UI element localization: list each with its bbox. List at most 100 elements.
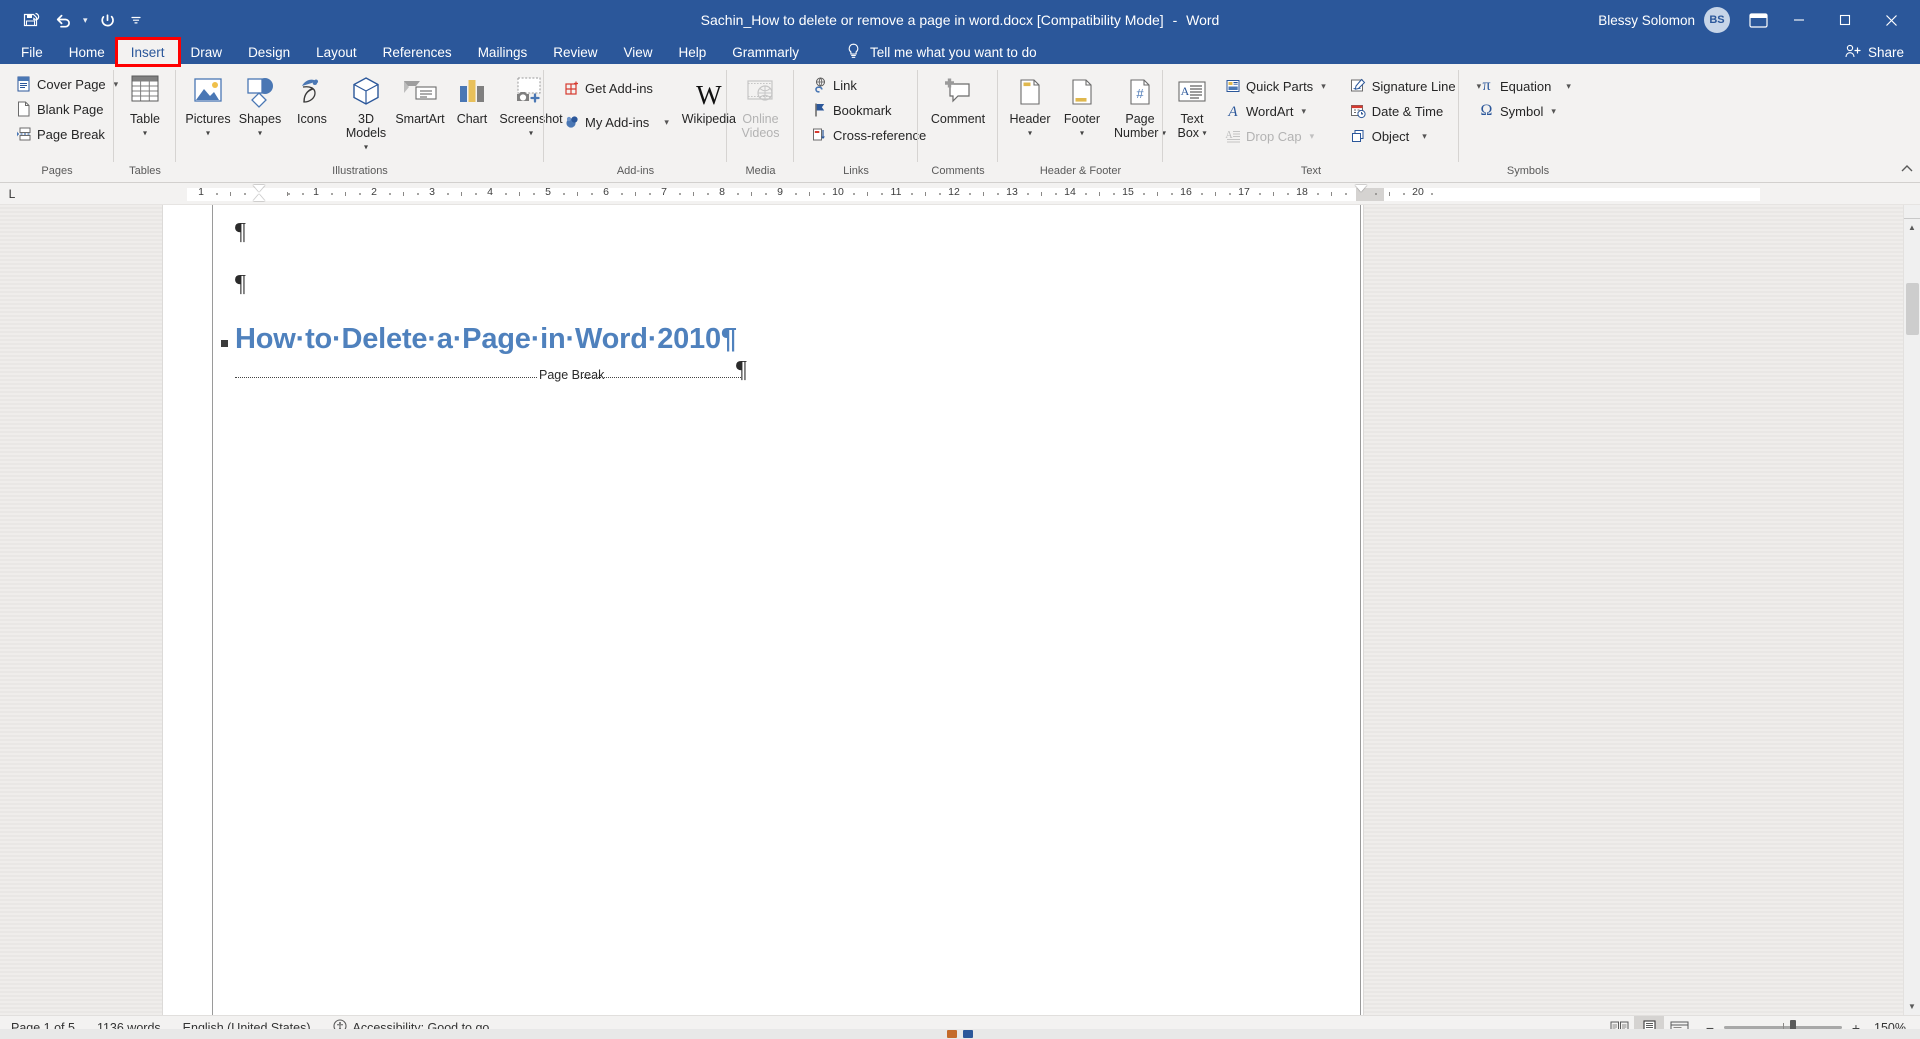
- customize-qat-icon[interactable]: [125, 6, 147, 34]
- document-page[interactable]: ¶ ¶ How·to·Delete·a·Page·in·Word·2010¶ P…: [163, 205, 1363, 1015]
- chevron-down-icon[interactable]: ▾: [1422, 131, 1427, 142]
- symbol-icon: Ω: [1478, 103, 1495, 120]
- lightbulb-icon: [846, 43, 861, 62]
- symbol-button[interactable]: Ω Symbol ▾: [1473, 99, 1576, 123]
- chevron-down-icon[interactable]: ▾: [1551, 106, 1556, 117]
- shapes-button[interactable]: Shapes▾: [234, 70, 286, 141]
- title-bar: ▾ Sachin_How to delete or remove a page …: [0, 0, 1920, 40]
- scroll-up-icon[interactable]: ▲: [1904, 219, 1920, 236]
- svg-text:A: A: [1181, 84, 1190, 98]
- online-videos-button[interactable]: OnlineVideos: [735, 70, 787, 140]
- chevron-down-icon[interactable]: ▾: [1310, 131, 1315, 142]
- ribbon-group-header-footer: Header▾ Footer▾ # PageNumber ▾ Header & …: [998, 64, 1163, 182]
- ribbon-display-options-icon[interactable]: [1740, 5, 1776, 35]
- wordart-button[interactable]: A WordArt ▾: [1219, 99, 1331, 123]
- link-button[interactable]: Link: [806, 73, 931, 97]
- chevron-down-icon[interactable]: ▾: [1301, 106, 1306, 117]
- quick-parts-button[interactable]: Quick Parts ▾: [1219, 74, 1331, 98]
- signature-line-icon: [1350, 78, 1367, 95]
- right-indent-marker[interactable]: [1355, 185, 1367, 192]
- cover-page-button[interactable]: Cover Page ▾: [10, 72, 123, 96]
- document-heading[interactable]: How·to·Delete·a·Page·in·Word·2010¶: [235, 323, 737, 356]
- 3d-models-button[interactable]: 3DModels ▾: [338, 70, 394, 155]
- chevron-down-icon[interactable]: ▾: [664, 117, 669, 128]
- minimize-button[interactable]: [1776, 0, 1822, 40]
- document-canvas[interactable]: ¶ ¶ How·to·Delete·a·Page·in·Word·2010¶ P…: [0, 205, 1903, 1015]
- my-addins-button[interactable]: My Add-ins ▾: [558, 110, 674, 134]
- undo-dropdown-icon[interactable]: ▾: [80, 15, 91, 26]
- ruler-number: 6: [603, 186, 609, 198]
- chevron-down-icon[interactable]: ▾: [1080, 129, 1084, 138]
- taskbar-app-icon[interactable]: [947, 1030, 957, 1038]
- ruler-number: 16: [1180, 186, 1192, 198]
- text-box-button[interactable]: A TextBox ▾: [1169, 70, 1215, 141]
- cross-reference-button[interactable]: Cross-reference: [806, 123, 931, 147]
- tab-mailings[interactable]: Mailings: [465, 40, 541, 64]
- tab-layout[interactable]: Layout: [303, 40, 370, 64]
- tab-draw[interactable]: Draw: [178, 40, 236, 64]
- share-button[interactable]: Share: [1835, 40, 1920, 64]
- cover-page-icon: [15, 76, 32, 93]
- save-icon[interactable]: [16, 6, 46, 34]
- redo-icon[interactable]: [93, 6, 123, 34]
- hanging-indent-marker[interactable]: [253, 194, 265, 201]
- vertical-scrollbar[interactable]: ▲ ▼: [1903, 205, 1920, 1015]
- restore-button[interactable]: [1822, 0, 1868, 40]
- tell-me-search[interactable]: Tell me what you want to do: [832, 40, 1051, 64]
- header-button[interactable]: Header▾: [1004, 70, 1056, 141]
- tab-help[interactable]: Help: [666, 40, 720, 64]
- equation-button[interactable]: π Equation ▾: [1473, 74, 1576, 98]
- chevron-down-icon[interactable]: ▾: [1321, 81, 1326, 92]
- tab-file[interactable]: File: [8, 40, 56, 64]
- chevron-down-icon[interactable]: ▾: [1203, 129, 1207, 138]
- comment-button[interactable]: Comment: [926, 70, 990, 126]
- ruler-number: 1: [313, 186, 319, 198]
- scroll-down-icon[interactable]: ▼: [1904, 998, 1920, 1015]
- split-window-handle[interactable]: [1904, 205, 1920, 219]
- ruler-number: 11: [891, 186, 902, 198]
- first-line-indent-marker[interactable]: [253, 185, 265, 192]
- close-button[interactable]: [1868, 0, 1914, 40]
- smartart-button[interactable]: SmartArt: [394, 70, 446, 126]
- account-button[interactable]: Blessy Solomon BS: [1588, 5, 1740, 35]
- bookmark-button[interactable]: Bookmark: [806, 98, 931, 122]
- horizontal-ruler[interactable]: 1 1 2 3 4 5 6 7 8 9 10 11 12 13 14 15 16…: [24, 186, 1920, 202]
- chevron-down-icon[interactable]: ▾: [1028, 129, 1032, 138]
- scrollbar-thumb[interactable]: [1906, 283, 1919, 335]
- table-button[interactable]: Table▾: [119, 70, 171, 141]
- footer-button[interactable]: Footer▾: [1056, 70, 1108, 141]
- chevron-down-icon[interactable]: ▾: [1566, 81, 1571, 92]
- chevron-down-icon[interactable]: ▾: [206, 129, 210, 138]
- tab-grammarly[interactable]: Grammarly: [719, 40, 812, 64]
- icons-button[interactable]: Icons: [286, 70, 338, 126]
- ruler-number: 7: [661, 186, 667, 198]
- tab-design[interactable]: Design: [235, 40, 303, 64]
- taskbar-app-icon[interactable]: [963, 1030, 973, 1038]
- blank-page-button[interactable]: Blank Page: [10, 97, 123, 121]
- document-workspace: ¶ ¶ How·to·Delete·a·Page·in·Word·2010¶ P…: [0, 205, 1920, 1015]
- ruler-number: 20: [1412, 186, 1424, 198]
- chevron-down-icon[interactable]: ▾: [143, 129, 147, 138]
- tab-stop-selector[interactable]: L: [0, 183, 24, 205]
- chevron-down-icon[interactable]: ▾: [529, 129, 533, 138]
- undo-icon[interactable]: [48, 6, 78, 34]
- chevron-down-icon[interactable]: ▾: [258, 129, 262, 138]
- get-addins-icon: [563, 80, 580, 97]
- footer-label: Footer▾: [1064, 112, 1100, 141]
- quick-parts-icon: [1224, 78, 1241, 95]
- collapse-ribbon-icon[interactable]: [1900, 162, 1914, 179]
- tab-review[interactable]: Review: [540, 40, 610, 64]
- tab-insert[interactable]: Insert: [118, 40, 178, 64]
- pictures-button[interactable]: Pictures▾: [182, 70, 234, 141]
- group-label-symbols: Symbols: [1459, 164, 1597, 182]
- chevron-down-icon[interactable]: ▾: [364, 143, 368, 152]
- tab-view[interactable]: View: [610, 40, 665, 64]
- tab-home[interactable]: Home: [56, 40, 118, 64]
- tab-references[interactable]: References: [370, 40, 465, 64]
- get-addins-button[interactable]: Get Add-ins: [558, 76, 674, 100]
- chart-button[interactable]: Chart: [446, 70, 498, 126]
- group-label-links: Links: [794, 164, 918, 182]
- ribbon-group-pages: Cover Page ▾ Blank Page Page Break Page: [0, 64, 114, 182]
- drop-cap-button[interactable]: A Drop Cap ▾: [1219, 124, 1331, 148]
- page-break-button[interactable]: Page Break: [10, 122, 123, 146]
